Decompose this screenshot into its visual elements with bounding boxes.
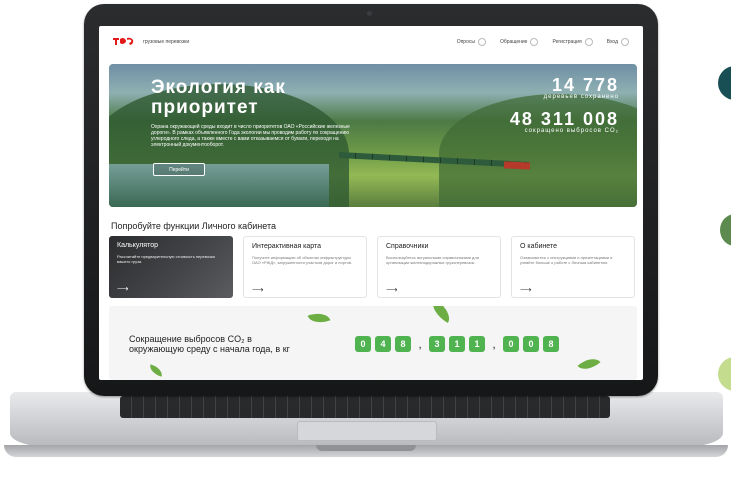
card-directories[interactable]: Справочники Воспользуйтесь актуальными с… bbox=[377, 236, 501, 298]
counter-digit: 0 bbox=[355, 336, 371, 352]
counter-digits: 0 4 8 , 3 1 1 , 0 0 8 bbox=[355, 336, 559, 352]
card-desc: Рассчитайте предварительную стоимость пе… bbox=[117, 254, 215, 264]
card-desc: Воспользуйтесь актуальными справочниками… bbox=[386, 255, 479, 265]
stat-trees-caption: деревьев сохранено bbox=[543, 94, 619, 100]
arrow-right-icon: ⟶ bbox=[117, 284, 129, 293]
card-title: Справочники bbox=[386, 243, 429, 250]
section-title: Попробуйте функции Личного кабинета bbox=[111, 221, 277, 231]
decor-dot-green bbox=[720, 214, 731, 246]
card-desc: Ознакомьтесь с инструкциями и презентаци… bbox=[520, 255, 613, 265]
mail-icon bbox=[530, 38, 539, 46]
surveys-icon bbox=[477, 38, 486, 46]
login-icon bbox=[621, 38, 629, 46]
co2-counter-panel: Сокращение выбросов CO₂ в окружающую сре… bbox=[109, 306, 637, 380]
counter-digit: 0 bbox=[523, 336, 539, 352]
card-desc: Получите информацию об объектах инфрастр… bbox=[252, 255, 353, 265]
arrow-right-icon: ⟶ bbox=[520, 285, 532, 294]
hero-go-button[interactable]: Перейти bbox=[153, 163, 205, 176]
counter-digit: 8 bbox=[395, 336, 411, 352]
rzd-logo[interactable] bbox=[111, 35, 135, 47]
laptop-notch bbox=[316, 445, 416, 451]
hero-water bbox=[109, 164, 329, 207]
counter-digit: 4 bbox=[375, 336, 391, 352]
hero-banner: Экология как приоритет Охрана окружающей… bbox=[109, 64, 637, 207]
arrow-right-icon: ⟶ bbox=[252, 285, 264, 294]
laptop-keyboard bbox=[120, 396, 610, 418]
leaf-decoration bbox=[307, 308, 331, 328]
laptop-screen: грузовые перевозки Опросы Обращение Реги… bbox=[99, 26, 643, 380]
counter-digit: 3 bbox=[429, 336, 445, 352]
card-about-cabinet[interactable]: О кабинете Ознакомьтесь с инструкциями и… bbox=[511, 236, 635, 298]
card-interactive-map[interactable]: Интерактивная карта Получите информацию … bbox=[243, 236, 367, 298]
card-title: О кабинете bbox=[520, 243, 557, 250]
top-nav: грузовые перевозки Опросы Обращение Реги… bbox=[99, 26, 643, 60]
stat-trees: 14 778 деревьев сохранено bbox=[544, 76, 619, 100]
nav-item-label: Вход bbox=[606, 39, 618, 45]
decor-dot-teal bbox=[718, 66, 731, 100]
nav-item-label: Опросы bbox=[456, 39, 475, 45]
counter-text: Сокращение выбросов CO₂ в окружающую сре… bbox=[129, 334, 290, 354]
nav-item-label: Регистрация bbox=[552, 39, 582, 45]
nav-item-login[interactable]: Вход bbox=[607, 38, 629, 46]
laptop-lid: грузовые перевозки Опросы Обращение Реги… bbox=[84, 4, 658, 396]
camera-icon bbox=[367, 11, 372, 16]
nav-item-registration[interactable]: Регистрация bbox=[552, 38, 593, 46]
nav-item-surveys[interactable]: Опросы bbox=[457, 38, 486, 46]
counter-digit: 1 bbox=[469, 336, 485, 352]
decor-dot-light-green bbox=[718, 357, 731, 391]
counter-digit: 1 bbox=[449, 336, 465, 352]
stage: грузовые перевозки Опросы Обращение Реги… bbox=[0, 0, 731, 487]
counter-separator: , bbox=[418, 337, 422, 351]
brand-text: грузовые перевозки bbox=[143, 39, 190, 45]
laptop-touchpad bbox=[297, 421, 437, 441]
stat-co2-value: 48 311 008 bbox=[509, 109, 619, 129]
counter-digit: 0 bbox=[503, 336, 519, 352]
stat-trees-value: 14 778 bbox=[551, 75, 619, 95]
arrow-right-icon: ⟶ bbox=[386, 285, 398, 294]
card-title: Калькулятор bbox=[117, 242, 158, 249]
hero-text: Охрана окружающей среды входит в число п… bbox=[151, 124, 350, 148]
nav-item-label: Обращение bbox=[499, 39, 528, 45]
counter-digit: 8 bbox=[543, 336, 559, 352]
feature-cards: Калькулятор Рассчитайте предварительную … bbox=[109, 236, 637, 298]
stat-co2: 48 311 008 сокращено выбросов CO₂ bbox=[510, 110, 619, 134]
user-icon bbox=[584, 38, 593, 46]
nav-item-appeal[interactable]: Обращение bbox=[500, 38, 539, 46]
card-title: Интерактивная карта bbox=[252, 243, 322, 250]
leaf-decoration bbox=[148, 364, 164, 377]
nav-items: Опросы Обращение Регистрация Вход bbox=[457, 38, 629, 46]
hero-train-locomotive bbox=[503, 161, 531, 170]
stat-co2-caption: сокращено выбросов CO₂ bbox=[524, 128, 619, 134]
leaf-decoration bbox=[577, 352, 601, 376]
card-calculator[interactable]: Калькулятор Рассчитайте предварительную … bbox=[109, 236, 233, 298]
counter-separator: , bbox=[492, 337, 496, 351]
leaf-decoration bbox=[427, 306, 455, 324]
hero-title: Экология как приоритет bbox=[151, 77, 286, 118]
